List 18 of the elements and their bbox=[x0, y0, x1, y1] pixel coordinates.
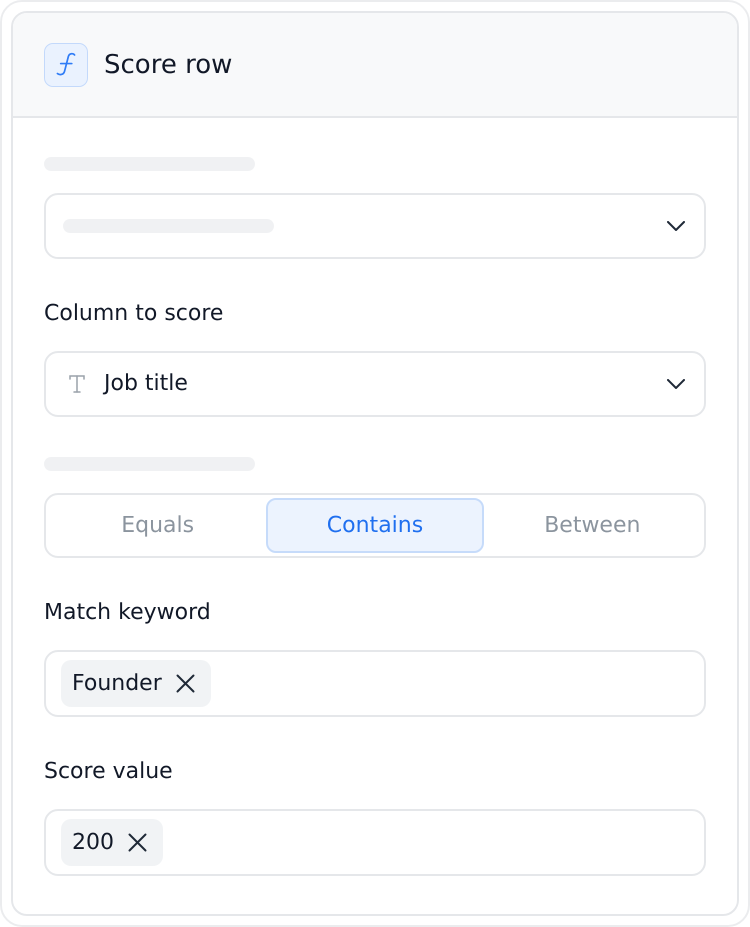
tag-input-field[interactable]: Founder bbox=[44, 650, 706, 717]
text-type-icon bbox=[69, 375, 85, 393]
panel-title: Score row bbox=[104, 48, 232, 80]
tag-label: 200 bbox=[72, 828, 114, 856]
select-value: Job title bbox=[104, 370, 188, 398]
tag-label: Founder bbox=[72, 670, 162, 698]
select-field[interactable] bbox=[44, 193, 706, 259]
tag-input-field[interactable]: 200 bbox=[44, 809, 706, 876]
close-icon[interactable] bbox=[176, 674, 195, 693]
select-field[interactable]: Job title bbox=[44, 351, 706, 417]
field-label: Score value bbox=[44, 758, 173, 786]
chevron-down-icon bbox=[667, 221, 685, 231]
function-icon bbox=[44, 42, 88, 86]
chevron-down-icon bbox=[667, 379, 685, 389]
field-label: Column to score bbox=[44, 300, 224, 328]
close-icon[interactable] bbox=[128, 833, 147, 852]
segment-tab[interactable]: Contains bbox=[266, 498, 484, 553]
field-label: Match keyword bbox=[44, 599, 211, 627]
